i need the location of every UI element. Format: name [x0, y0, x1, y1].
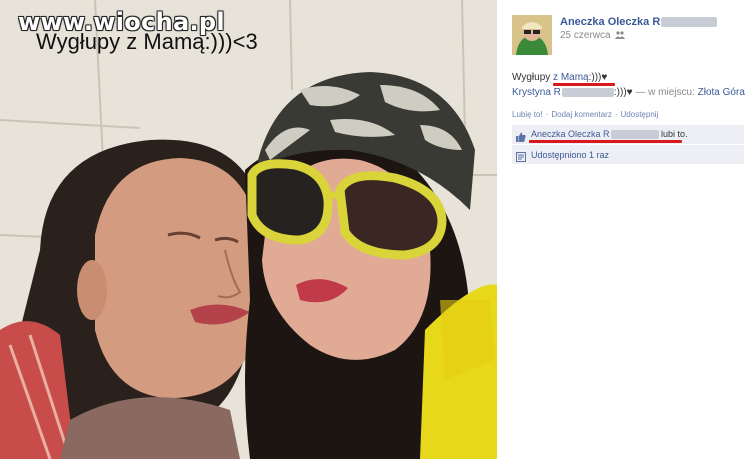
comment-link[interactable]: Dodaj komentarz — [551, 110, 611, 119]
location-prefix: — w miejscu: — [635, 87, 695, 98]
avatar[interactable] — [512, 15, 552, 55]
post-message: Wygłupy z Mamą:)))♥ — [512, 72, 607, 83]
photo-caption: Wygłupy z Mamą:)))<3 — [36, 29, 258, 54]
likes-suffix: lubi to. — [661, 129, 688, 139]
people-icon[interactable] — [615, 31, 626, 40]
post-photo[interactable]: www.wiocha.pl Wygłupy z Mamą:)))<3 — [0, 0, 497, 459]
shares-count[interactable]: Udostępniono 1 raz — [531, 150, 609, 160]
avatar-image — [512, 15, 552, 55]
post-text-prefix: Wygłupy — [512, 72, 554, 83]
post-text-suffix: :)))♥ — [588, 72, 608, 83]
highlight-underline — [553, 83, 615, 86]
share-icon — [516, 149, 526, 162]
post-meta: 25 czerwca — [560, 30, 626, 41]
post-date[interactable]: 25 czerwca — [560, 30, 611, 41]
redacted-surname — [661, 17, 718, 28]
liker-name[interactable]: Aneczka Oleczka R — [531, 129, 610, 139]
post-author[interactable]: Aneczka Oleczka R — [560, 16, 718, 28]
redacted-surname — [610, 130, 659, 140]
photo-illustration — [0, 0, 497, 459]
likes-text: Aneczka Oleczka R lubi to. — [531, 129, 688, 140]
likes-row: Aneczka Oleczka R lubi to. — [512, 125, 744, 144]
author-name[interactable]: Aneczka Oleczka R — [560, 16, 660, 28]
tagged-suffix: :)))♥ — [613, 87, 633, 98]
shares-row: Udostępniono 1 raz — [512, 145, 744, 164]
like-link[interactable]: Lubię to! — [512, 110, 543, 119]
post-sidebar: Aneczka Oleczka R 25 czerwca Wygłupy z M… — [497, 0, 750, 459]
location-link[interactable]: Złota Góra — [698, 87, 745, 98]
tagged-person[interactable]: Krystyna R — [512, 87, 561, 98]
share-link[interactable]: Udostępnij — [621, 110, 659, 119]
separator: · — [545, 110, 549, 119]
post-actions: Lubię to! · Dodaj komentarz · Udostępnij — [512, 110, 658, 119]
separator: · — [614, 110, 618, 119]
post-tags-location: Krystyna R :)))♥ — w miejscu: Złota Góra — [512, 87, 745, 98]
redacted-surname — [561, 87, 614, 97]
thumbs-up-icon — [516, 129, 526, 142]
post-text-link[interactable]: z Mamą — [553, 72, 589, 83]
highlight-underline — [529, 140, 682, 143]
